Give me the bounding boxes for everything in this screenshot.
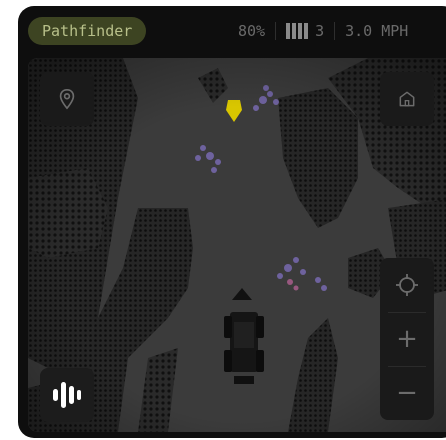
vehicle-name-badge: Pathfinder: [28, 17, 147, 45]
location-button[interactable]: [40, 72, 94, 126]
voice-waveform-icon: [53, 382, 81, 408]
plus-icon: +: [396, 324, 418, 354]
signal-strength-icon: [286, 23, 309, 39]
battery-level: 80%: [238, 22, 266, 40]
telemetry-stats: 80% 3 3.0 MPH: [238, 18, 408, 44]
zoom-in-button[interactable]: +: [380, 312, 434, 366]
location-pin-icon: [59, 89, 75, 110]
recenter-button[interactable]: [380, 258, 434, 312]
status-bar: Pathfinder 80% 3 3.0 MPH: [18, 6, 446, 56]
rover-position-marker: [224, 288, 264, 384]
home-button[interactable]: [380, 72, 434, 126]
map-controls-stack: + −: [380, 258, 434, 420]
home-icon: [399, 91, 415, 107]
signal-bars-count: 3: [315, 22, 325, 40]
speed-readout: 3.0 MPH: [345, 22, 409, 40]
divider: [334, 22, 336, 40]
map-view[interactable]: + −: [28, 58, 446, 432]
divider: [275, 22, 277, 40]
zoom-out-button[interactable]: −: [380, 366, 434, 420]
crosshair-icon: [396, 274, 418, 296]
minus-icon: −: [396, 378, 418, 408]
rover-control-panel: Pathfinder 80% 3 3.0 MPH + −: [18, 6, 446, 438]
voice-button[interactable]: [40, 368, 94, 422]
